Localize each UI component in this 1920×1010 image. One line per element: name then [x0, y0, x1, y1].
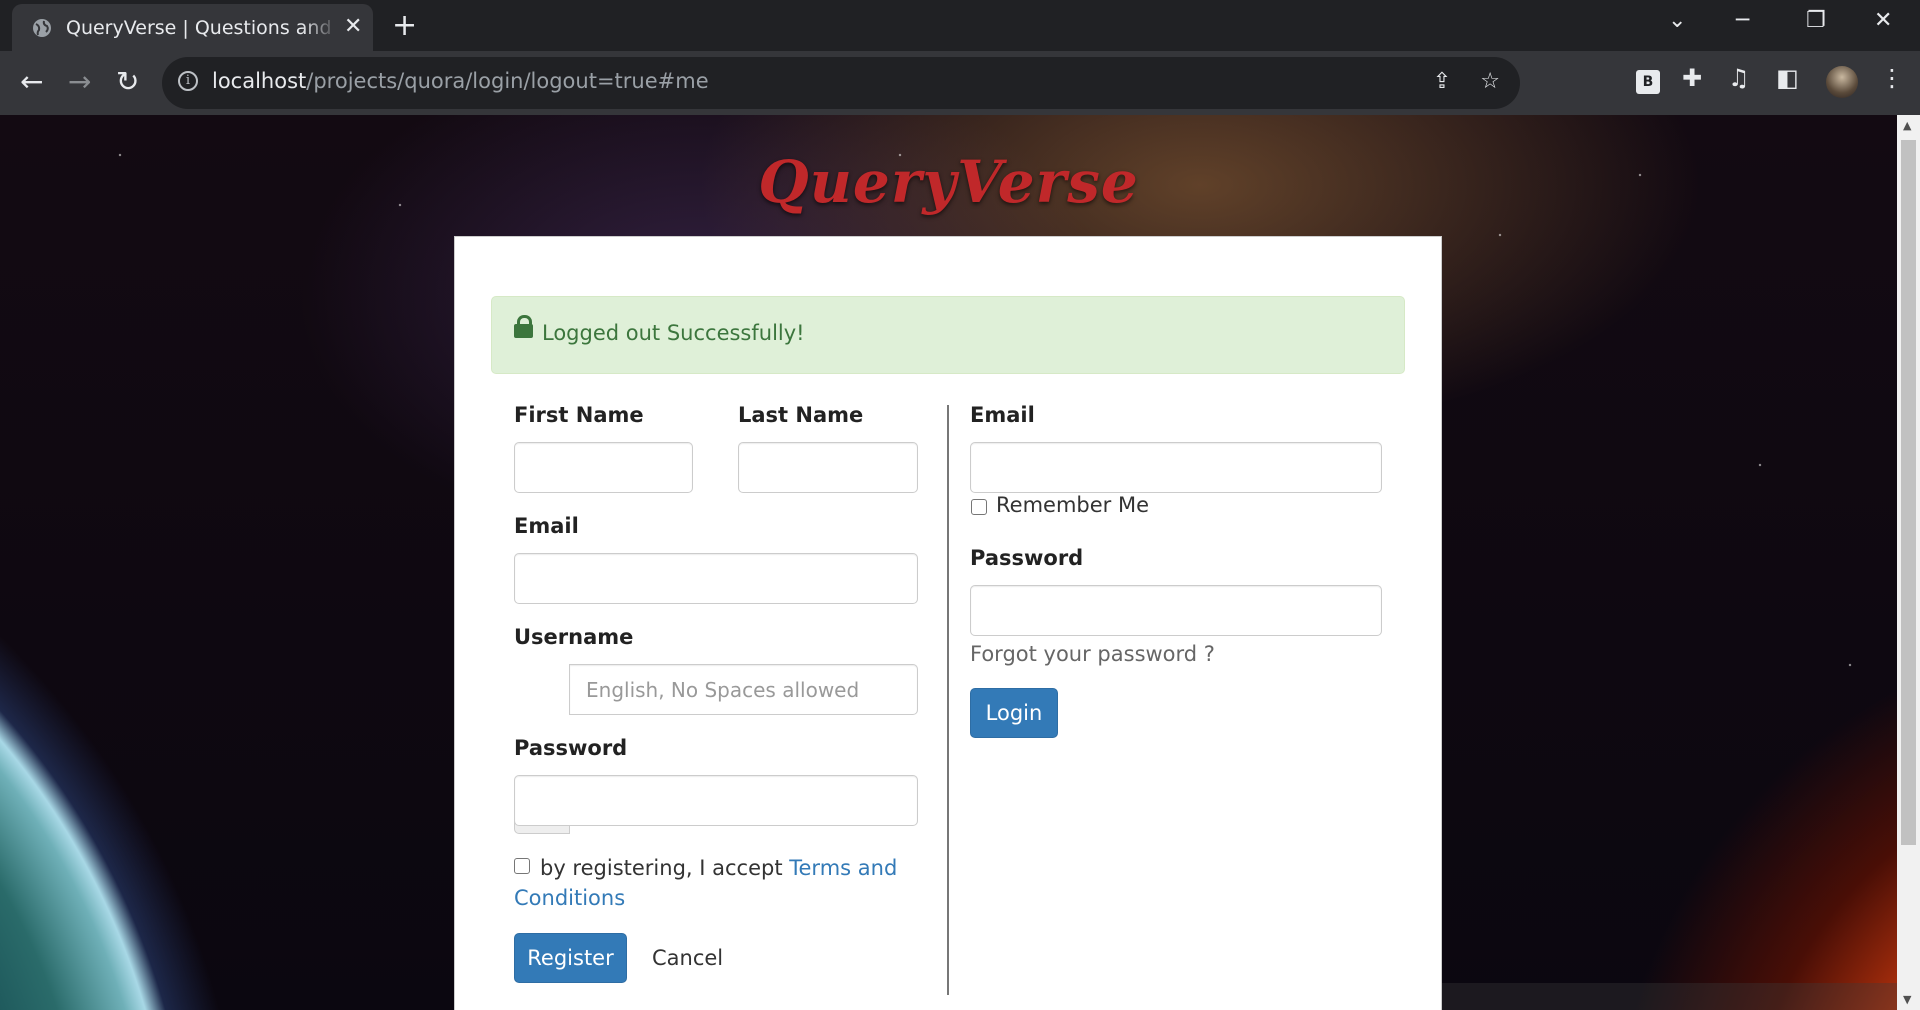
- url-text[interactable]: localhost/projects/quora/login/logout=tr…: [212, 69, 709, 93]
- scroll-up-icon[interactable]: ▲: [1903, 119, 1911, 132]
- login-password-field[interactable]: [970, 585, 1382, 636]
- media-icon[interactable]: ♫: [1728, 64, 1750, 92]
- register-email-field[interactable]: [514, 553, 918, 604]
- login-email-label: Email: [970, 403, 1035, 427]
- page-viewport: QueryVerse Logged out Successfully! Firs…: [0, 115, 1897, 1010]
- brand-logo[interactable]: QueryVerse: [0, 148, 1897, 216]
- minimize-icon[interactable]: ─: [1736, 8, 1749, 33]
- username-field[interactable]: [569, 664, 918, 715]
- register-button[interactable]: Register: [514, 933, 627, 983]
- cancel-button[interactable]: Cancel: [652, 946, 723, 970]
- scroll-down-icon[interactable]: ▼: [1903, 993, 1911, 1006]
- new-tab-icon[interactable]: +: [392, 8, 417, 43]
- logout-alert: Logged out Successfully!: [491, 296, 1405, 374]
- register-email-label: Email: [514, 514, 579, 538]
- scrollbar-thumb[interactable]: [1901, 140, 1916, 845]
- puzzle-icon[interactable]: ✚: [1682, 64, 1702, 92]
- profile-avatar[interactable]: [1826, 66, 1858, 98]
- first-name-label: First Name: [514, 403, 644, 427]
- forward-icon[interactable]: →: [68, 65, 91, 98]
- first-name-field[interactable]: [514, 442, 693, 493]
- register-password-field[interactable]: [514, 775, 918, 826]
- restore-icon[interactable]: ❐: [1806, 8, 1826, 33]
- alert-message: Logged out Successfully!: [542, 321, 805, 345]
- tab-title: QueryVerse | Questions and Answers: [66, 17, 334, 39]
- last-name-label: Last Name: [738, 403, 864, 427]
- last-name-field[interactable]: [738, 442, 918, 493]
- globe-icon: [33, 19, 51, 37]
- username-label: Username: [514, 625, 634, 649]
- tab-search-icon[interactable]: ⌄: [1668, 8, 1686, 33]
- browser-tab[interactable]: QueryVerse | Questions and Answers ✕: [12, 4, 373, 51]
- login-email-field[interactable]: [970, 442, 1382, 493]
- close-window-icon[interactable]: ✕: [1874, 8, 1892, 33]
- tab-close-icon[interactable]: ✕: [344, 14, 362, 39]
- terms-text: by registering, I accept Terms and Condi…: [514, 856, 898, 910]
- browser-tab-bar: QueryVerse | Questions and Answers ✕ + ⌄…: [0, 0, 1920, 51]
- remember-me-checkbox[interactable]: [971, 499, 987, 515]
- remember-me-label[interactable]: Remember Me: [996, 493, 1149, 517]
- menu-icon[interactable]: ⋮: [1880, 64, 1904, 92]
- auth-card: Logged out Successfully! First Name Last…: [454, 236, 1442, 1010]
- reload-icon[interactable]: ↻: [116, 65, 139, 98]
- forgot-password-link[interactable]: Forgot your password ?: [970, 642, 1215, 666]
- address-bar[interactable]: i localhost/projects/quora/login/logout=…: [162, 57, 1520, 109]
- browser-toolbar: ← → ↻ i localhost/projects/quora/login/l…: [0, 51, 1920, 115]
- share-icon[interactable]: ⇪: [1433, 69, 1451, 94]
- form-divider: [947, 405, 949, 995]
- login-button[interactable]: Login: [970, 688, 1058, 738]
- info-icon[interactable]: i: [178, 71, 198, 91]
- bold-extension-icon[interactable]: B: [1636, 70, 1660, 94]
- sidebar-icon[interactable]: ◧: [1776, 64, 1799, 92]
- login-password-label: Password: [970, 546, 1084, 570]
- register-password-label: Password: [514, 736, 628, 760]
- lock-icon: [514, 315, 533, 338]
- back-icon[interactable]: ←: [20, 65, 43, 98]
- star-icon[interactable]: ☆: [1480, 69, 1500, 94]
- page-scrollbar[interactable]: ▲ ▼: [1897, 115, 1920, 1010]
